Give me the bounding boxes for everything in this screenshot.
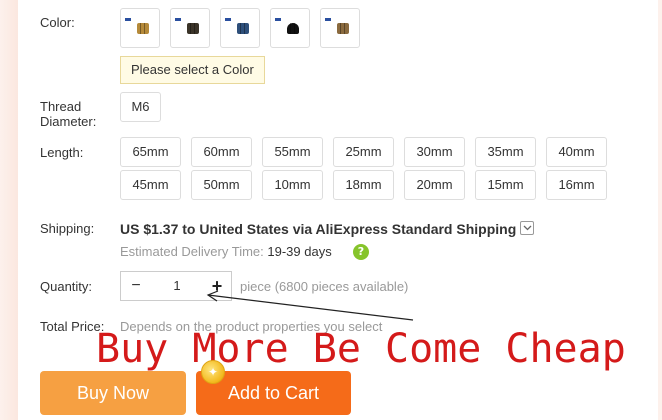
buy-now-button[interactable]: Buy Now bbox=[40, 371, 186, 415]
coin-icon: ✦ bbox=[201, 360, 225, 384]
product-options-panel: Color: Please select a Color Thread Diam… bbox=[18, 0, 658, 420]
sparkle-icon: ✦ bbox=[207, 365, 219, 379]
page-background bbox=[0, 0, 18, 420]
promo-banner-text: Buy More Be Come Cheap bbox=[96, 326, 626, 372]
